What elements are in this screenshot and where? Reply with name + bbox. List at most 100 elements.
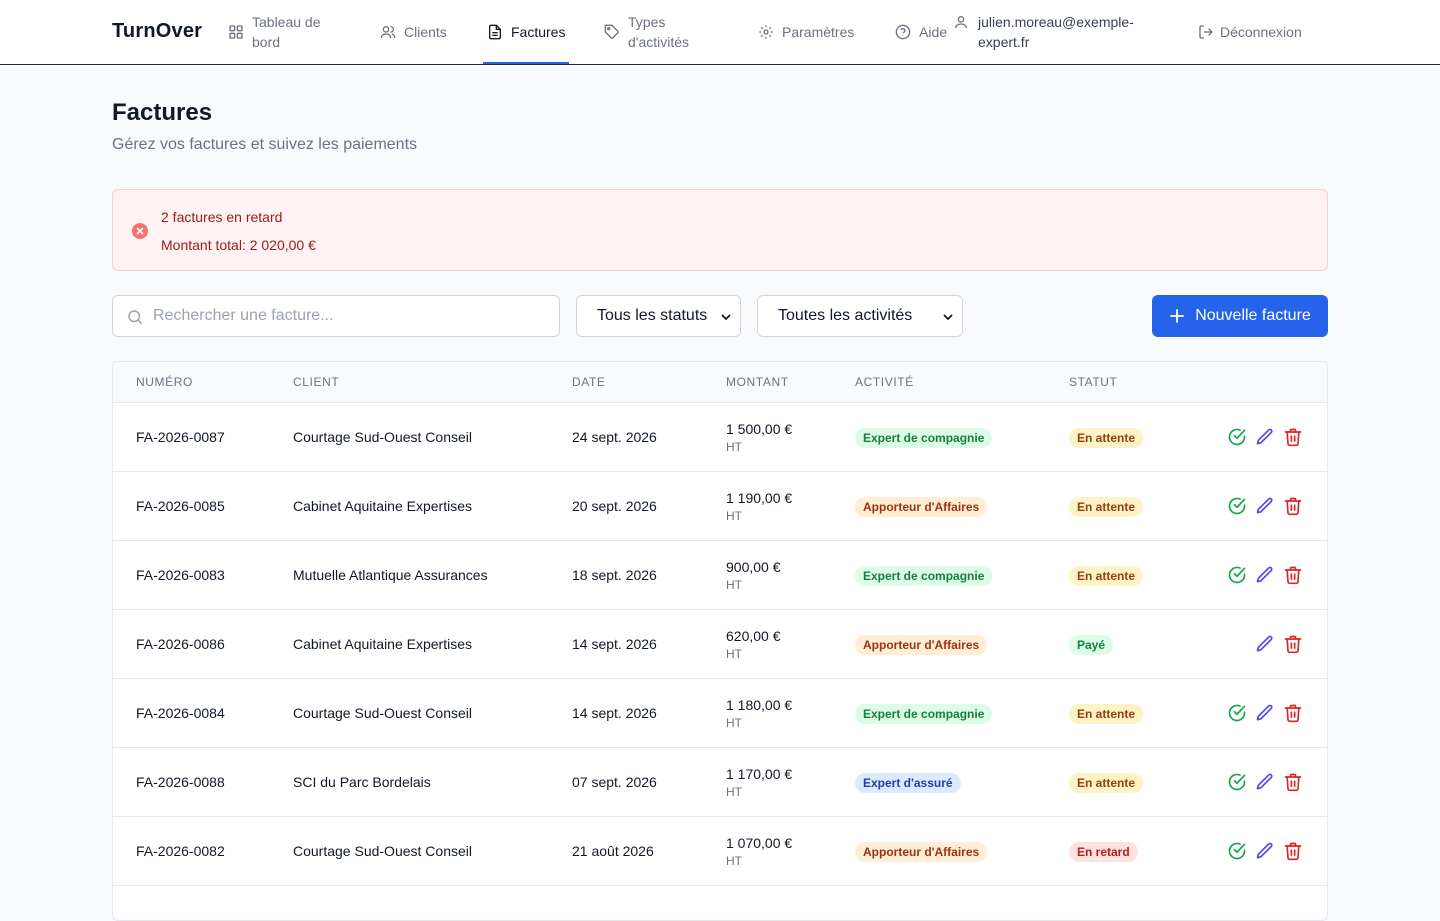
table-row[interactable]: FA-2026-0082 Courtage Sud-Ouest Conseil 21… bbox=[113, 817, 1327, 886]
invoice-number: FA-2026-0086 bbox=[136, 636, 225, 652]
logout-button[interactable]: Déconnexion bbox=[1198, 0, 1302, 64]
edit-icon[interactable] bbox=[1255, 496, 1275, 516]
invoice-number: FA-2026-0088 bbox=[136, 774, 225, 790]
activity-badge: Expert d'assuré bbox=[855, 773, 961, 793]
amount-ht-label: HT bbox=[726, 509, 742, 523]
amount-ht-label: HT bbox=[726, 854, 742, 868]
column-header-numero: Numéro bbox=[136, 375, 193, 389]
column-header-client: Client bbox=[293, 375, 340, 389]
new-invoice-label: Nouvelle facture bbox=[1195, 307, 1311, 324]
help-icon bbox=[895, 24, 911, 40]
user-icon bbox=[955, 16, 967, 29]
nav-item-dashboard[interactable]: Tableau de bord bbox=[228, 0, 342, 64]
nav-label: Aide bbox=[919, 24, 948, 40]
row-actions bbox=[1227, 565, 1303, 585]
edit-icon[interactable] bbox=[1255, 427, 1275, 447]
client-name: SCI du Parc Bordelais bbox=[293, 774, 431, 790]
edit-icon[interactable] bbox=[1255, 565, 1275, 585]
mark-paid-icon[interactable] bbox=[1227, 841, 1247, 861]
nav-item-types-activites[interactable]: Types d'activités bbox=[604, 0, 708, 64]
mark-paid-icon[interactable] bbox=[1227, 427, 1247, 447]
nav-item-clients[interactable]: Clients bbox=[380, 0, 447, 64]
invoice-amount: 1 180,00 € bbox=[726, 697, 793, 713]
column-header-date: Date bbox=[572, 375, 606, 389]
status-badge: En retard bbox=[1069, 842, 1138, 862]
status-badge: En attente bbox=[1069, 773, 1144, 793]
nav-label: Factures bbox=[511, 24, 566, 40]
new-invoice-button[interactable]: Nouvelle facture bbox=[1152, 295, 1328, 337]
nav-label: Tableau de bord bbox=[252, 14, 321, 50]
mark-paid-icon[interactable] bbox=[1227, 772, 1247, 792]
dashboard-icon bbox=[229, 25, 243, 39]
alert-count-text: 2 factures en retard bbox=[161, 209, 283, 225]
mark-paid-icon[interactable] bbox=[1227, 565, 1247, 585]
column-header-montant: Montant bbox=[726, 375, 789, 389]
edit-icon[interactable] bbox=[1255, 703, 1275, 723]
activity-badge: Apporteur d'Affaires bbox=[855, 635, 988, 655]
edit-icon[interactable] bbox=[1255, 772, 1275, 792]
client-name: Cabinet Aquitaine Expertises bbox=[293, 636, 472, 652]
amount-ht-label: HT bbox=[726, 785, 742, 799]
delete-icon[interactable] bbox=[1283, 427, 1303, 447]
mark-paid-icon[interactable] bbox=[1227, 703, 1247, 723]
status-badge: Payé bbox=[1069, 635, 1114, 655]
delete-icon[interactable] bbox=[1283, 634, 1303, 654]
invoice-amount: 1 190,00 € bbox=[726, 490, 793, 506]
invoices-table: Numéro Client Date Montant Activité Stat… bbox=[112, 361, 1328, 921]
row-actions bbox=[1227, 703, 1303, 723]
edit-icon[interactable] bbox=[1255, 634, 1275, 654]
nav-item-factures[interactable]: Factures bbox=[482, 0, 570, 64]
client-name: Cabinet Aquitaine Expertises bbox=[293, 498, 472, 514]
activity-filter-select[interactable]: Toutes les activités bbox=[757, 295, 963, 337]
invoice-amount: 620,00 € bbox=[726, 628, 781, 644]
invoice-date: 14 sept. 2026 bbox=[572, 636, 657, 652]
gear-icon bbox=[759, 25, 773, 39]
column-header-activite: Activité bbox=[855, 375, 914, 389]
activity-badge: Expert de compagnie bbox=[855, 428, 993, 448]
client-name: Courtage Sud-Ouest Conseil bbox=[293, 429, 472, 445]
mark-paid-icon[interactable] bbox=[1227, 496, 1247, 516]
invoice-amount: 1 170,00 € bbox=[726, 766, 793, 782]
chevron-down-icon bbox=[721, 314, 731, 321]
row-actions bbox=[1227, 841, 1303, 861]
invoice-date: 18 sept. 2026 bbox=[572, 567, 657, 583]
invoice-amount: 1 070,00 € bbox=[726, 835, 793, 851]
search-input[interactable] bbox=[153, 296, 549, 336]
invoice-number: FA-2026-0084 bbox=[136, 705, 225, 721]
overdue-alert: 2 factures en retard Montant total: 2 02… bbox=[112, 189, 1328, 271]
table-row[interactable]: FA-2026-0085 Cabinet Aquitaine Expertises… bbox=[113, 472, 1327, 541]
table-row[interactable]: FA-2026-0088 SCI du Parc Bordelais 07 sept… bbox=[113, 748, 1327, 817]
row-actions bbox=[1227, 772, 1303, 792]
brand-logo[interactable]: TurnOver bbox=[112, 20, 202, 43]
delete-icon[interactable] bbox=[1283, 772, 1303, 792]
nav-item-aide[interactable]: Aide bbox=[895, 0, 947, 64]
nav-label: Paramètres bbox=[782, 24, 855, 40]
users-icon bbox=[380, 26, 396, 39]
activity-badge: Apporteur d'Affaires bbox=[855, 842, 988, 862]
nav-item-parametres[interactable]: Paramètres bbox=[758, 0, 854, 64]
table-row[interactable]: FA-2026-0086 Cabinet Aquitaine Expertises… bbox=[113, 610, 1327, 679]
delete-icon[interactable] bbox=[1283, 496, 1303, 516]
row-actions bbox=[1227, 496, 1303, 516]
invoice-amount: 1 500,00 € bbox=[726, 421, 793, 437]
amount-ht-label: HT bbox=[726, 578, 742, 592]
alert-total-text: Montant total: 2 020,00 € bbox=[161, 237, 316, 253]
status-filter-select[interactable]: Tous les statuts bbox=[576, 295, 741, 337]
edit-icon[interactable] bbox=[1255, 841, 1275, 861]
delete-icon[interactable] bbox=[1283, 703, 1303, 723]
delete-icon[interactable] bbox=[1283, 565, 1303, 585]
nav-label: Clients bbox=[404, 24, 447, 40]
activity-badge: Expert de compagnie bbox=[855, 566, 993, 586]
table-row[interactable]: FA-2026-0084 Courtage Sud-Ouest Conseil 14… bbox=[113, 679, 1327, 748]
logout-label: Déconnexion bbox=[1220, 24, 1302, 40]
delete-icon[interactable] bbox=[1283, 841, 1303, 861]
table-row[interactable]: FA-2026-0087 Courtage Sud-Ouest Conseil 24… bbox=[113, 403, 1327, 472]
status-filter-value: Tous les statuts bbox=[597, 307, 708, 324]
error-circle-icon bbox=[132, 223, 148, 239]
amount-ht-label: HT bbox=[726, 716, 742, 730]
table-row[interactable]: FA-2026-0083 Mutuelle Atlantique Assuranc… bbox=[113, 541, 1327, 610]
status-badge: En attente bbox=[1069, 428, 1144, 448]
logout-icon bbox=[1199, 25, 1213, 39]
invoice-amount: 900,00 € bbox=[726, 559, 781, 575]
status-badge: En attente bbox=[1069, 497, 1144, 517]
